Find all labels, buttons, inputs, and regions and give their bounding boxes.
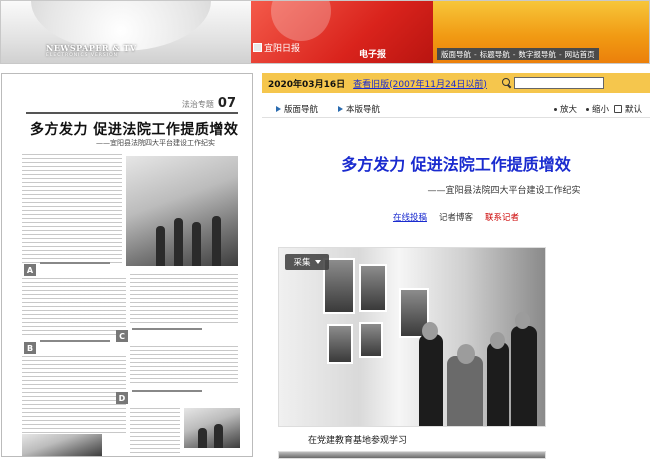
section-badge-c: C	[116, 330, 128, 342]
section-badge-a: A	[24, 264, 36, 276]
page-photo-2[interactable]	[184, 408, 240, 448]
search-box	[502, 77, 604, 89]
search-input[interactable]	[514, 77, 604, 89]
article-photo-2[interactable]	[278, 451, 546, 459]
page-subhead	[132, 390, 202, 402]
page-number: 07	[217, 96, 236, 111]
page-subheadline: ——宜阳县法院四大平台建设工作纪实	[96, 139, 215, 147]
text-block	[22, 356, 126, 436]
issue-date: 2020年03月16日	[268, 79, 346, 90]
text-block	[22, 154, 122, 264]
arrow-right-icon	[276, 106, 281, 112]
photo-caption: 在党建教育基地参观学习	[308, 436, 408, 446]
print-icon	[614, 105, 622, 113]
collect-button[interactable]: 采集	[285, 254, 329, 270]
arrow-right-icon	[338, 106, 343, 112]
chevron-down-icon	[314, 260, 321, 264]
logo-alt-text: 宜阳日报	[264, 44, 301, 54]
page-section-label: 法治专题 07	[181, 96, 236, 111]
article-title: 多方发力 促进法院工作提质增效	[341, 155, 571, 174]
brand-title: NEWSPAPER & TV	[46, 43, 137, 53]
newspaper-page-preview[interactable]: 法治专题 07 多方发力 促进法院工作提质增效 ——宜阳县法院四大平台建设工作纪实…	[1, 73, 253, 457]
page-photo-3[interactable]	[22, 434, 102, 456]
epaper-label: 电子报	[359, 50, 387, 60]
text-block	[22, 278, 126, 338]
date-bar: 2020年03月16日 查看旧版(2007年11月24日以前)	[262, 73, 650, 93]
contribute-link[interactable]: 在线投稿	[393, 211, 427, 223]
text-block	[130, 346, 238, 386]
article-toolbar: 版面导航 本版导航 放大 缩小 默认	[262, 99, 650, 118]
bullet-icon	[586, 107, 589, 111]
nav-page-navigation[interactable]: 版面导航	[441, 49, 471, 60]
reporter-blog-link[interactable]: 记者博客	[439, 211, 473, 223]
page-subhead	[40, 262, 110, 274]
article-photo[interactable]: 采集	[278, 247, 546, 427]
search-icon[interactable]	[502, 78, 512, 88]
page-nav-button[interactable]: 版面导航	[276, 103, 318, 115]
zoom-in-button[interactable]: 放大	[554, 103, 577, 115]
site-header: NEWSPAPER & TV ELECTRONICS VERSION 宜阳日报 …	[0, 0, 650, 64]
default-size-button[interactable]: 默认	[614, 103, 642, 115]
text-block	[130, 408, 180, 454]
article-view: 2020年03月16日 查看旧版(2007年11月24日以前) 版面导航 本版导…	[262, 73, 650, 459]
section-badge-b: B	[24, 342, 36, 354]
this-page-nav-button[interactable]: 本版导航	[338, 103, 380, 115]
header-grey-panel	[1, 1, 251, 63]
article-links: 在线投稿 记者博客 联系记者	[262, 211, 650, 223]
text-block	[130, 274, 238, 324]
nav-home[interactable]: 网站首页	[565, 49, 595, 60]
bullet-icon	[554, 107, 557, 111]
header-nav: 版面导航 - 标题导航 - 数字报导航 - 网站首页	[437, 48, 599, 60]
section-badge-d: D	[116, 392, 128, 404]
page-subhead	[132, 328, 202, 340]
nav-title-navigation[interactable]: 标题导航	[480, 49, 510, 60]
site-logo[interactable]: 宜阳日报	[253, 41, 300, 54]
header-red-panel	[251, 1, 433, 63]
page-photo-1[interactable]	[126, 156, 238, 266]
brand-subtitle: ELECTRONICS VERSION	[46, 53, 119, 58]
broken-image-icon	[253, 43, 262, 52]
nav-digital-paper[interactable]: 数字报导航	[518, 49, 556, 60]
zoom-out-button[interactable]: 缩小	[586, 103, 609, 115]
page-subhead	[40, 340, 110, 352]
history-link[interactable]: 查看旧版(2007年11月24日以前)	[353, 77, 487, 90]
page-rule	[26, 112, 238, 114]
contact-reporter-link[interactable]: 联系记者	[485, 211, 519, 223]
page-headline[interactable]: 多方发力 促进法院工作提质增效	[30, 119, 238, 139]
article-subtitle: ——宜阳县法院四大平台建设工作纪实	[427, 186, 581, 196]
